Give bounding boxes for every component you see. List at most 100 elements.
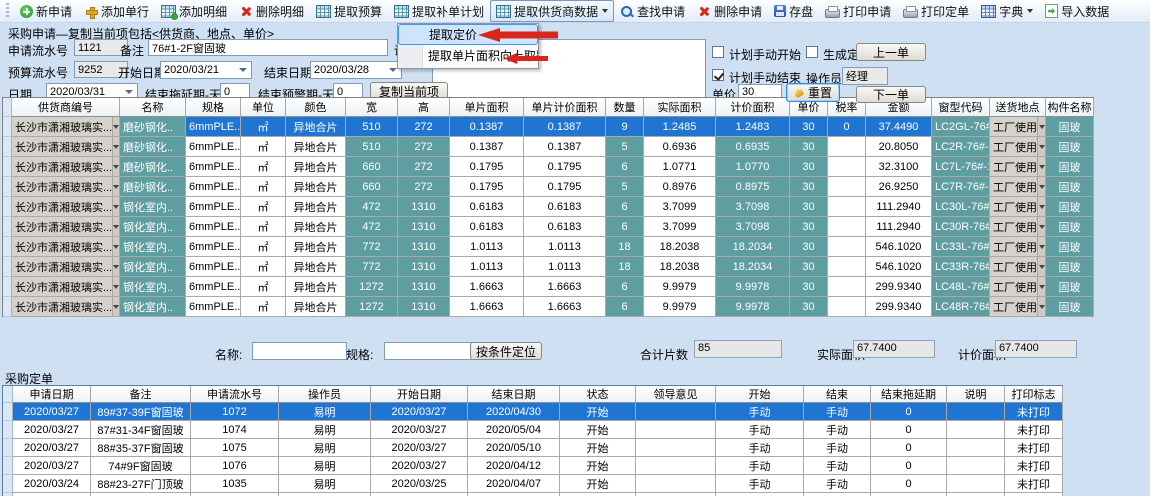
column-header[interactable]: 数量 (606, 98, 644, 117)
table-row[interactable]: 长沙市潇湘玻璃实...钢化室内..6mmPLE..㎡异地合片77213101.0… (3, 237, 1094, 257)
column-header[interactable]: 宽 (346, 98, 398, 117)
chevron-down-icon[interactable] (112, 157, 119, 176)
column-header[interactable]: 打印标志 (1005, 386, 1063, 403)
toolbar-button-12[interactable]: 打印定单 (897, 0, 975, 22)
toolbar-button-9[interactable]: 删除申请 (691, 0, 768, 22)
cell[interactable]: 长沙市潇湘玻璃实... (12, 157, 120, 177)
row-selector-gutter[interactable] (3, 297, 12, 317)
column-header[interactable]: 高 (398, 98, 450, 117)
column-header[interactable]: 结束日期 (468, 386, 560, 403)
column-header[interactable]: 操作员 (279, 386, 371, 403)
cell[interactable]: 长沙市潇湘玻璃实... (12, 237, 120, 257)
cell[interactable]: 工厂使用 (990, 157, 1046, 177)
chevron-down-icon[interactable] (1037, 137, 1045, 156)
cell[interactable]: 长沙市潇湘玻璃实... (12, 297, 120, 317)
cell[interactable]: 长沙市潇湘玻璃实... (12, 117, 120, 137)
locate-spec-input[interactable] (384, 342, 479, 360)
table-row[interactable]: 2020/03/2787#31-34F窗固玻1074易明2020/03/2720… (3, 421, 1063, 439)
table-row[interactable]: 长沙市潇湘玻璃实...钢化室内..6mmPLE..㎡异地合片77213101.0… (3, 257, 1094, 277)
column-header[interactable]: 单片计价面积 (524, 98, 606, 117)
plan-manual-end-checkbox[interactable] (712, 69, 724, 81)
cell[interactable]: 长沙市潇湘玻璃实... (12, 137, 120, 157)
toolbar-button-6[interactable]: 提取补单计划 (388, 0, 490, 22)
row-selector-gutter[interactable] (3, 137, 12, 157)
column-header[interactable]: 领导意见 (636, 386, 716, 403)
row-selector-gutter[interactable] (3, 403, 13, 421)
column-header[interactable]: 申请日期 (13, 386, 91, 403)
chevron-down-icon[interactable] (112, 297, 119, 316)
locate-button[interactable]: 按条件定位 (470, 342, 542, 360)
cell[interactable]: 工厂使用 (990, 177, 1046, 197)
column-header[interactable]: 状态 (560, 386, 636, 403)
cell[interactable]: 工厂使用 (990, 297, 1046, 317)
column-header[interactable]: 结束 (804, 386, 871, 403)
cell[interactable]: 长沙市潇湘玻璃实... (12, 257, 120, 277)
cell[interactable]: 长沙市潇湘玻璃实... (12, 217, 120, 237)
chevron-down-icon[interactable] (1037, 117, 1045, 136)
column-header[interactable]: 说明 (947, 386, 1005, 403)
column-header[interactable]: 单片面积 (450, 98, 524, 117)
table-row[interactable]: 长沙市潇湘玻璃实...磨砂钢化..6mmPLE..㎡异地合片6602720.17… (3, 157, 1094, 177)
chevron-down-icon[interactable] (1037, 277, 1045, 296)
column-header[interactable]: 供货商编号 (12, 98, 120, 117)
prev-order-button[interactable]: 上一单 (856, 43, 926, 61)
row-selector-gutter[interactable] (3, 421, 13, 439)
chevron-down-icon[interactable] (112, 117, 119, 136)
table-row[interactable]: 长沙市潇湘玻璃实...钢化室内..6mmPLE..㎡异地合片47213100.6… (3, 197, 1094, 217)
column-header[interactable]: 开始 (716, 386, 804, 403)
cell[interactable]: 工厂使用 (990, 117, 1046, 137)
column-header[interactable]: 结束拖延期 (871, 386, 947, 403)
row-selector-gutter[interactable] (3, 277, 12, 297)
cell[interactable]: 工厂使用 (990, 237, 1046, 257)
table-row[interactable]: 2020/03/2789#37-39F窗固玻1072易明2020/03/2720… (3, 403, 1063, 421)
toolbar-button-4[interactable]: 删除明细 (233, 0, 310, 22)
generate-order-checkbox[interactable] (806, 46, 818, 58)
plan-manual-start-checkbox[interactable] (712, 46, 724, 58)
row-selector-gutter[interactable] (3, 177, 12, 197)
column-header[interactable]: 规格 (186, 98, 241, 117)
column-header[interactable]: 送货地点 (990, 98, 1046, 117)
toolbar-button-14[interactable]: 导入数据 (1039, 0, 1115, 22)
chevron-down-icon[interactable] (112, 257, 119, 276)
reset-button[interactable]: 重置 (786, 83, 840, 102)
chevron-down-icon[interactable] (112, 177, 119, 196)
chevron-down-icon[interactable] (112, 277, 119, 296)
toolbar-button-2[interactable]: 添加单行 (78, 0, 155, 22)
row-selector-gutter[interactable] (3, 117, 12, 137)
table-row[interactable]: 2020/03/2788#35-37F窗固玻1075易明2020/03/2720… (3, 439, 1063, 457)
column-header[interactable]: 实际面积 (644, 98, 716, 117)
table-row[interactable]: 长沙市潇湘玻璃实...钢化室内..6mmPLE..㎡异地合片127213101.… (3, 297, 1094, 317)
cell[interactable]: 工厂使用 (990, 137, 1046, 157)
toolbar-button-5[interactable]: 提取预算 (310, 0, 388, 22)
column-header[interactable]: 构件名称 (1046, 98, 1094, 117)
row-selector-gutter[interactable] (3, 439, 13, 457)
toolbar-button-3[interactable]: 添加明细 (155, 0, 233, 22)
chevron-down-icon[interactable] (1037, 217, 1045, 236)
row-selector-gutter[interactable] (3, 457, 13, 475)
chevron-down-icon[interactable] (1037, 157, 1045, 176)
table-row[interactable]: 长沙市潇湘玻璃实...磨砂钢化..6mmPLE..㎡异地合片5102720.13… (3, 117, 1094, 137)
row-selector-gutter[interactable] (3, 237, 12, 257)
chevron-down-icon[interactable] (1037, 177, 1045, 196)
cell[interactable]: 工厂使用 (990, 217, 1046, 237)
column-header[interactable]: 名称 (120, 98, 186, 117)
column-header[interactable]: 备注 (91, 386, 191, 403)
toolbar-button-13[interactable]: 字典 (975, 0, 1039, 22)
cell[interactable]: 工厂使用 (990, 277, 1046, 297)
chevron-down-icon[interactable] (1037, 237, 1045, 256)
column-header[interactable]: 申请流水号 (191, 386, 279, 403)
cell[interactable]: 长沙市潇湘玻璃实... (12, 177, 120, 197)
column-header[interactable]: 计价面积 (716, 98, 790, 117)
table-row[interactable]: 长沙市潇湘玻璃实...磨砂钢化..6mmPLE..㎡异地合片5102720.13… (3, 137, 1094, 157)
start-date-select[interactable]: 2020/03/21 (160, 61, 252, 79)
cell[interactable]: 长沙市潇湘玻璃实... (12, 197, 120, 217)
table-row[interactable]: 长沙市潇湘玻璃实...磨砂钢化..6mmPLE..㎡异地合片6602720.17… (3, 177, 1094, 197)
table-row[interactable]: 2020/03/2774#9F窗固玻1076易明2020/03/272020/0… (3, 457, 1063, 475)
chevron-down-icon[interactable] (112, 137, 119, 156)
chevron-down-icon[interactable] (1037, 197, 1045, 216)
toolbar-button-11[interactable]: 打印申请 (819, 0, 897, 22)
table-row[interactable]: 长沙市潇湘玻璃实...钢化室内..6mmPLE..㎡异地合片47213100.6… (3, 217, 1094, 237)
row-selector-gutter[interactable] (3, 157, 12, 177)
row-selector-gutter[interactable] (3, 217, 12, 237)
operator-input[interactable] (842, 67, 888, 85)
